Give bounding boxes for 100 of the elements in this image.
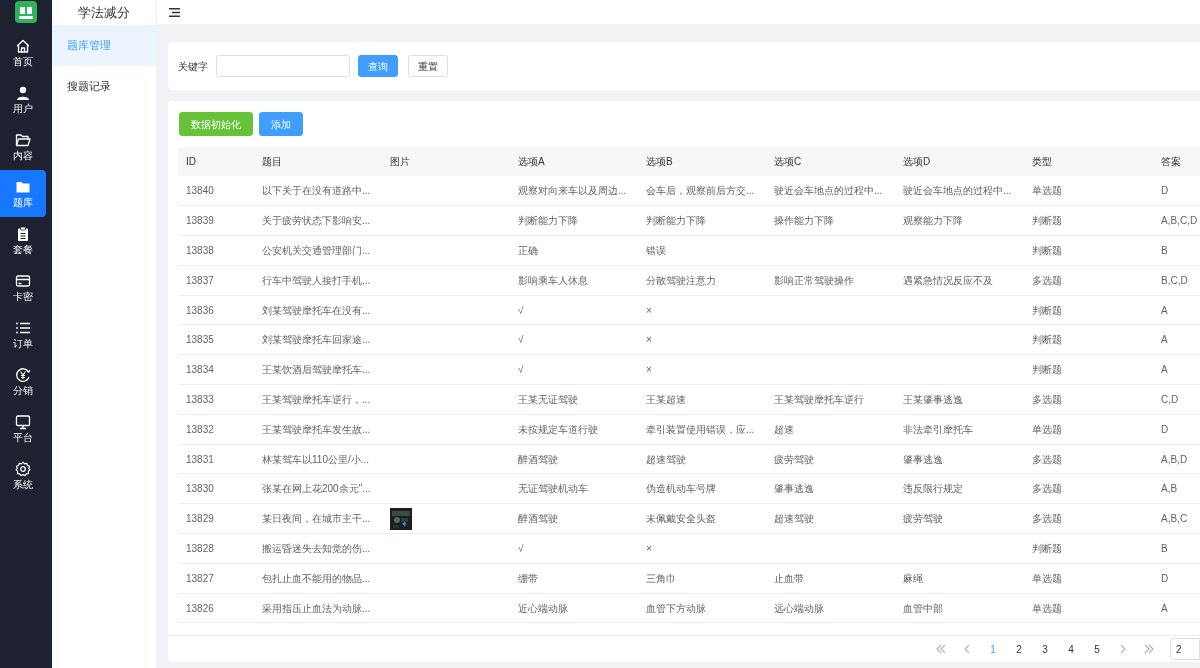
nav-item[interactable]: 用户 [0, 76, 46, 123]
table-cell: 包扎止血不能用的物品... [262, 572, 371, 584]
table-cell: 血管下方动脉 [646, 602, 706, 614]
table-cell: 醉酒驾驶 [518, 453, 558, 465]
table-cell: 判断题 [1032, 245, 1062, 256]
table-cell: 王某无证驾驶 [518, 393, 578, 405]
table-cell: √ [518, 542, 524, 554]
table-cell: 单选题 [1032, 423, 1062, 435]
page-button[interactable]: 4 [1058, 641, 1084, 657]
nav-item[interactable]: 首页 [0, 29, 46, 76]
table-cell: 关于疲劳状态下影响安... [262, 215, 371, 227]
table-cell: 判断能力下降 [646, 215, 706, 227]
table-cell: 牵引装置使用错误，应... [646, 423, 755, 435]
table-cell: 行车中驾驶人接打手机... [262, 274, 371, 286]
menu-icon[interactable] [169, 7, 180, 17]
table-cell: 判断题 [1032, 542, 1062, 554]
table-cell: 判断能力下降 [518, 215, 578, 227]
table-cell: 王某驾驶摩托车逆行 [774, 393, 864, 405]
column-header: 选项A [518, 156, 545, 167]
nav-item[interactable]: 订单 [0, 311, 46, 358]
column-header: ID [186, 156, 196, 167]
first-page-icon[interactable] [935, 644, 947, 654]
table-cell: D [1161, 572, 1169, 584]
app-title: 学法减分 [78, 3, 130, 22]
table-cell: 疲劳驾驶 [903, 513, 943, 525]
nav-item[interactable]: 分销 [0, 358, 46, 405]
page-button[interactable]: 2 [1006, 641, 1032, 657]
page-button[interactable]: 5 [1084, 641, 1110, 657]
table-cell: A [1161, 364, 1168, 376]
nav-item[interactable]: 卡密 [0, 264, 46, 311]
list-icon [15, 320, 31, 336]
table-cell: 超速驾驶 [646, 453, 686, 465]
table-cell: 未按规定车道行驶 [518, 423, 598, 435]
table-cell: 近心端动脉 [518, 602, 568, 614]
keyword-field[interactable] [216, 55, 350, 77]
table-cell: 以下关于在没有道路中... [262, 185, 371, 197]
table-cell: 13831 [186, 453, 214, 465]
reset-button[interactable]: 重置 [408, 55, 448, 77]
table-cell: × [646, 542, 652, 554]
table-cell: 醉酒驾驶 [518, 513, 558, 525]
table-cell: 观察对向来车以及周边... [518, 185, 627, 197]
table-cell: A,B,D [1161, 453, 1188, 465]
table-cell: 非法牵引摩托车 [903, 423, 973, 435]
table-cell: √ [518, 334, 524, 346]
column-header: 选项D [903, 156, 931, 167]
keyword-label: 关键字 [178, 59, 208, 74]
table-cell: 13832 [186, 423, 214, 435]
table-cell: B [1161, 245, 1168, 256]
column-header: 选项B [646, 156, 673, 167]
table-cell: 血管中部 [903, 602, 943, 614]
table-cell: 操作能力下降 [774, 215, 834, 227]
table-cell: 采用指压止血法为动脉... [262, 602, 371, 614]
clipboard-icon [15, 226, 31, 242]
table-cell: 13837 [186, 274, 214, 286]
table-cell: 无证驾驶机动车 [518, 483, 588, 495]
column-header: 题目 [262, 156, 282, 167]
yen-circle-icon [15, 367, 31, 383]
table-cell: 多选题 [1032, 393, 1062, 405]
nav-item[interactable]: 系统 [0, 452, 46, 499]
last-page-icon[interactable] [1143, 644, 1155, 654]
table-cell: D [1161, 423, 1169, 435]
table-cell: 绷带 [518, 572, 538, 584]
table-cell: 麻绳 [903, 572, 923, 584]
table-cell: A [1161, 602, 1168, 614]
table-cell: 多选题 [1032, 274, 1062, 286]
page-button[interactable]: 3 [1032, 641, 1058, 657]
nav-item[interactable]: 题库 [0, 170, 46, 217]
nav-item[interactable]: 套餐 [0, 217, 46, 264]
nav-item[interactable]: 平台 [0, 405, 46, 452]
table-cell: A [1161, 304, 1168, 316]
table-cell: 远心端动脉 [774, 602, 824, 614]
table-cell: × [646, 304, 652, 316]
table-cell: 某日夜间，在城市主干... [262, 513, 371, 525]
table-cell: 判断题 [1032, 304, 1062, 316]
table-cell: × [646, 334, 652, 346]
table-cell: 13838 [186, 245, 214, 256]
table-cell: 驶近会车地点的过程中... [774, 185, 883, 197]
table-cell: 分散驾驶注意力 [646, 274, 716, 286]
column-header: 图片 [390, 156, 410, 167]
table-cell: B [1161, 542, 1168, 554]
page-size-select[interactable]: 2 [1170, 638, 1200, 660]
table-cell: 搬运昏迷失去知觉的伤... [262, 542, 371, 554]
home-icon [15, 38, 31, 54]
table-cell: 驶近会车地点的过程中... [903, 185, 1012, 197]
table-cell: A,B,C,D [1161, 215, 1198, 227]
table-cell: A [1161, 334, 1168, 346]
table-cell: × [646, 364, 652, 376]
table-cell: 林某驾车以110公里/小... [262, 453, 370, 465]
table-cell: 止血带 [774, 572, 804, 584]
submenu-item[interactable]: 搜题记录 [52, 66, 156, 107]
table-cell: 遇紧急情况反应不及 [903, 274, 993, 286]
app-logo-icon [15, 1, 37, 23]
table-cell: 判断题 [1032, 215, 1062, 227]
table-cell: 肇事逃逸 [903, 453, 943, 465]
table-cell: 刘某驾驶摩托车回家途... [262, 334, 371, 346]
nav-item[interactable]: 内容 [0, 123, 46, 170]
folder-icon [15, 132, 31, 148]
table-cell: B,C,D [1161, 274, 1188, 286]
table-cell: 王某超速 [646, 393, 686, 405]
table-cell: 13839 [186, 215, 214, 227]
